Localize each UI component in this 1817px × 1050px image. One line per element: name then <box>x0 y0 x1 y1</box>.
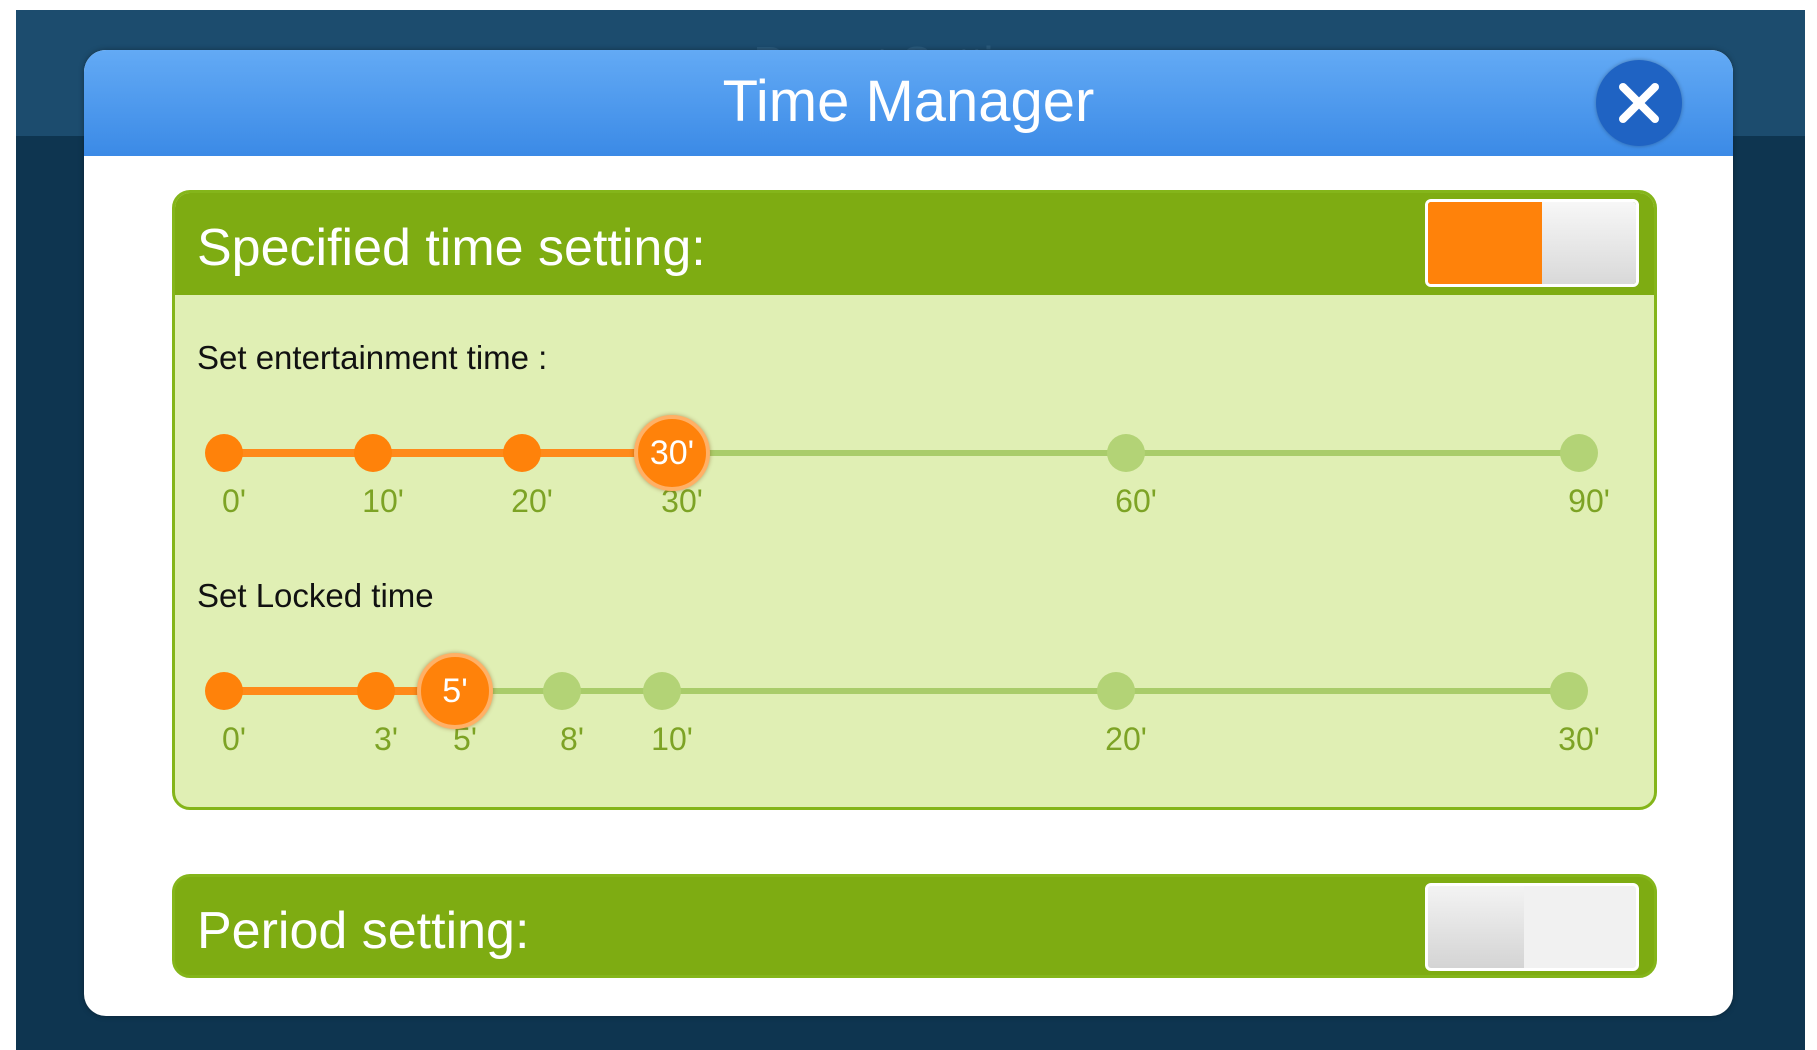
toggle-on-indicator <box>1428 202 1542 284</box>
specified-time-panel: Specified time setting: Set entertainmen… <box>172 190 1657 810</box>
period-setting-title: Period setting: <box>197 902 530 960</box>
slider-tick-dot[interactable] <box>357 672 395 710</box>
slider-tick-dot[interactable] <box>503 434 541 472</box>
period-setting-toggle[interactable] <box>1425 883 1639 971</box>
slider-tick-dot[interactable] <box>205 672 243 710</box>
locked-time-label: Set Locked time <box>197 577 434 614</box>
slider-tick-label: 0' <box>222 721 246 757</box>
slider-tick-dot[interactable] <box>1107 434 1145 472</box>
slider-tick-dot[interactable] <box>1097 672 1135 710</box>
toggle-knob <box>1542 202 1636 284</box>
slider-tick-dot[interactable] <box>543 672 581 710</box>
slider-tick-label: 10' <box>362 483 404 519</box>
close-button[interactable] <box>1596 60 1682 146</box>
slider-tick-label: 20' <box>1105 721 1147 757</box>
slider-tick-label: 8' <box>560 721 584 757</box>
specified-time-title: Specified time setting: <box>197 219 706 277</box>
slider-tick-dot[interactable] <box>205 434 243 472</box>
slider-tick-label: 10' <box>651 721 693 757</box>
slider-thumb[interactable]: 5' <box>417 653 493 729</box>
entertainment-time-slider[interactable]: 0' 10' 20' 30' 60' 90' 30' <box>205 415 1610 519</box>
close-icon <box>1619 83 1659 123</box>
dialog-header: Time Manager <box>84 50 1733 156</box>
entertainment-time-label: Set entertainment time : <box>197 339 548 376</box>
slider-tick-dot[interactable] <box>1550 672 1588 710</box>
slider-thumb[interactable]: 30' <box>634 415 710 491</box>
slider-tick-dot[interactable] <box>354 434 392 472</box>
specified-time-toggle[interactable] <box>1425 199 1639 287</box>
dialog-title: Time Manager <box>722 69 1095 134</box>
toggle-knob <box>1428 886 1524 968</box>
specified-time-header: Specified time setting: <box>175 193 1654 295</box>
slider-tick-label: 60' <box>1115 483 1157 519</box>
slider-tick-dot[interactable] <box>1560 434 1598 472</box>
slider-tick-label: 0' <box>222 483 246 519</box>
slider-tick-label: 90' <box>1568 483 1610 519</box>
slider-tick-label: 20' <box>511 483 553 519</box>
slider-tick-label: 30' <box>1558 721 1600 757</box>
time-manager-dialog: Time Manager Specified time setting: Set… <box>84 50 1733 1016</box>
period-setting-panel: Period setting: <box>172 874 1657 978</box>
slider-tick-dot[interactable] <box>643 672 681 710</box>
locked-time-slider[interactable]: 0' 3' 5' 8' 10' 20' 30' 5' <box>205 653 1600 757</box>
slider-fill <box>211 449 672 457</box>
slider-tick-label: 3' <box>374 721 398 757</box>
